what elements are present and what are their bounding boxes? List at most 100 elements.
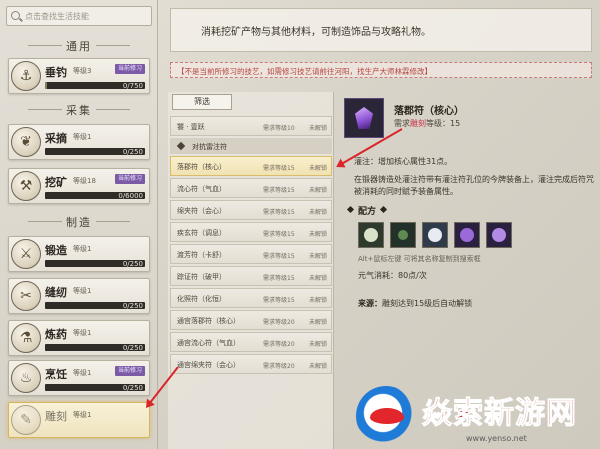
recipe-status: 未解锁 [308, 231, 327, 238]
material-slot[interactable] [422, 222, 448, 248]
skill-item-forging[interactable]: ⚔ 锻造 等级1 0/250 [8, 236, 150, 272]
recipe-list: 筛选 饕 · 壹跃 需求等级10 未解锁 对抗雷注符 落郡符（核心） 需求等级15… [168, 92, 334, 449]
progress-text: 0/250 [122, 260, 143, 268]
search-input[interactable]: 点击查找生活技能 [6, 6, 152, 26]
item-name: 落郡符（核心） [394, 106, 464, 117]
unlock-source: 来源：雕刻达到15级后自动解锁 [358, 299, 473, 308]
description-text: 在锻器铸造处灌注符带有灌注符孔位的今牌装备上，灌注完成后符咒被消耗的同时赋予装备… [354, 175, 594, 196]
list-item[interactable]: 化照符（化恒） 需求等级15 未解锁 [170, 288, 332, 308]
recipe-req: 需求等级15 [263, 209, 295, 216]
skill-name: 烹饪 [45, 368, 67, 381]
anvil-icon: ⚔ [11, 239, 41, 269]
progress-text: 0/250 [122, 302, 143, 310]
section-general: 通用 [0, 38, 158, 54]
material-slot[interactable] [486, 222, 512, 248]
list-item[interactable]: 渡芳符（卡舒） 需求等级15 未解锁 [170, 244, 332, 264]
search-icon [11, 11, 20, 20]
recipe-status: 未解锁 [308, 165, 327, 172]
skill-item-carving[interactable]: ✎ 雕刻 等级1 [8, 402, 150, 438]
recipe-name: 落郡符（核心） [177, 163, 226, 171]
search-placeholder: 点击查找生活技能 [25, 12, 89, 21]
skill-name: 挖矿 [45, 176, 67, 189]
list-item[interactable]: 落郡符（核心） 需求等级15 未解锁 [170, 156, 332, 176]
list-item[interactable]: 通宫绵夹符（会心） 需求等级20 未解锁 [170, 354, 332, 374]
section-craft: 制造 [0, 214, 158, 230]
skill-item-mining[interactable]: ⚒ 挖矿 等级18 当前修习 0/6000 [8, 168, 150, 204]
progress-text: 0/250 [122, 344, 143, 352]
pot-icon: ♨ [11, 363, 41, 393]
recipe-name: 流心符（气血） [177, 185, 226, 193]
effect-text: 灌注：增加核心属性31点。 [354, 157, 453, 166]
skill-level: 等级3 [73, 67, 92, 75]
material-slot[interactable] [454, 222, 480, 248]
notice-text: 消耗挖矿产物与其他材料，可制造饰品与攻略礼物。 [201, 27, 431, 38]
material-slot[interactable] [390, 222, 416, 248]
recipe-group-header[interactable]: 对抗雷注符 [170, 138, 332, 154]
skill-level: 等级1 [73, 133, 92, 141]
recipe-status: 未解锁 [308, 341, 327, 348]
recipe-status: 未解锁 [308, 319, 327, 326]
skill-name: 缝纫 [45, 286, 67, 299]
list-item[interactable]: 饕 · 壹跃 需求等级10 未解锁 [170, 116, 332, 136]
recipe-status: 未解锁 [308, 187, 327, 194]
section-gather: 采集 [0, 102, 158, 118]
skill-name: 锻造 [45, 244, 67, 257]
skill-item-cooking[interactable]: ♨ 烹饪 等级1 当前修习 0/250 [8, 360, 150, 396]
recipe-status: 未解锁 [308, 125, 327, 132]
logo-icon [356, 386, 416, 446]
recipe-name: 踪证符（破甲） [177, 273, 226, 281]
recipe-status: 未解锁 [308, 253, 327, 260]
filter-button[interactable]: 筛选 [172, 94, 232, 110]
skill-level: 等级1 [73, 329, 92, 337]
energy-cost: 元气消耗：80点/次 [358, 271, 427, 280]
current-learning-badge: 当前修习 [114, 64, 145, 74]
skill-level: 等级1 [73, 245, 92, 253]
list-item[interactable]: 绵夹符（会心） 需求等级15 未解锁 [170, 200, 332, 220]
recipe-req: 需求等级20 [263, 363, 295, 370]
recipe-req: 需求等级15 [263, 275, 295, 282]
current-learning-badge: 当前修习 [114, 366, 145, 376]
recipe-req: 需求等级15 [263, 253, 295, 260]
mortar-icon: ⚗ [11, 323, 41, 353]
talisman-item-icon [344, 98, 384, 138]
skill-level: 等级1 [73, 411, 92, 419]
collapse-diamond-icon [176, 141, 186, 151]
warning-banner: 【不是当前所修习的技艺，如需修习技艺请前往河阳，找生产大师林霖修改】 [170, 62, 592, 78]
skill-description-banner: 消耗挖矿产物与其他材料，可制造饰品与攻略礼物。 [170, 8, 592, 52]
list-item[interactable]: 通宫落郡符（核心） 需求等级20 未解锁 [170, 310, 332, 330]
recipe-req: 需求等级10 [263, 125, 295, 132]
warning-text: 【不是当前所修习的技艺，如需修习技艺请前往河阳，找生产大师林霖修改】 [177, 67, 432, 76]
list-item[interactable]: 通宫流心符（气血） 需求等级20 未解锁 [170, 332, 332, 352]
recipe-name: 通宫流心符（气血） [177, 339, 240, 347]
material-slot[interactable] [358, 222, 384, 248]
recipe-status: 未解锁 [308, 297, 327, 304]
chisel-icon: ✎ [11, 405, 41, 435]
current-learning-badge: 当前修习 [114, 174, 145, 184]
needle-icon: ✂ [11, 281, 41, 311]
recipe-name: 饕 · 壹跃 [177, 123, 205, 131]
skill-item-alchemy[interactable]: ⚗ 炼药 等级1 0/250 [8, 320, 150, 356]
recipe-req: 需求等级15 [263, 231, 295, 238]
recipe-name: 绵夹符（会心） [177, 207, 226, 215]
skill-level: 等级1 [73, 369, 92, 377]
skill-item-fishing[interactable]: ⚓ 垂钓 等级3 当前修习 0/750 [8, 58, 150, 94]
list-item[interactable]: 疾玄符（调息） 需求等级15 未解锁 [170, 222, 332, 242]
list-item[interactable]: 踪证符（破甲） 需求等级15 未解锁 [170, 266, 332, 286]
skill-name: 采摘 [45, 132, 67, 145]
list-item[interactable]: 流心符（气血） 需求等级15 未解锁 [170, 178, 332, 198]
skill-item-picking[interactable]: ❦ 采摘 等级1 0/250 [8, 124, 150, 160]
recipe-name: 渡芳符（卡舒） [177, 251, 226, 259]
progress-text: 0/750 [122, 82, 143, 90]
watermark-text: 焱索新游网 [422, 396, 577, 432]
progress-text: 0/6000 [118, 192, 143, 200]
skill-item-sewing[interactable]: ✂ 缝纫 等级1 0/250 [8, 278, 150, 314]
skill-level: 等级18 [73, 177, 96, 185]
recipe-status: 未解锁 [308, 275, 327, 282]
item-requirement: 需求雕刻等级：15 [394, 119, 461, 128]
progress-text: 0/250 [122, 148, 143, 156]
recipe-name: 通宫落郡符（核心） [177, 317, 240, 325]
progress-text: 0/250 [122, 384, 143, 392]
recipe-req: 需求等级20 [263, 319, 295, 326]
skill-sidebar: 点击查找生活技能 通用 ⚓ 垂钓 等级3 当前修习 0/750 采集 ❦ 采摘 … [0, 0, 158, 449]
recipe-name: 疾玄符（调息） [177, 229, 226, 237]
